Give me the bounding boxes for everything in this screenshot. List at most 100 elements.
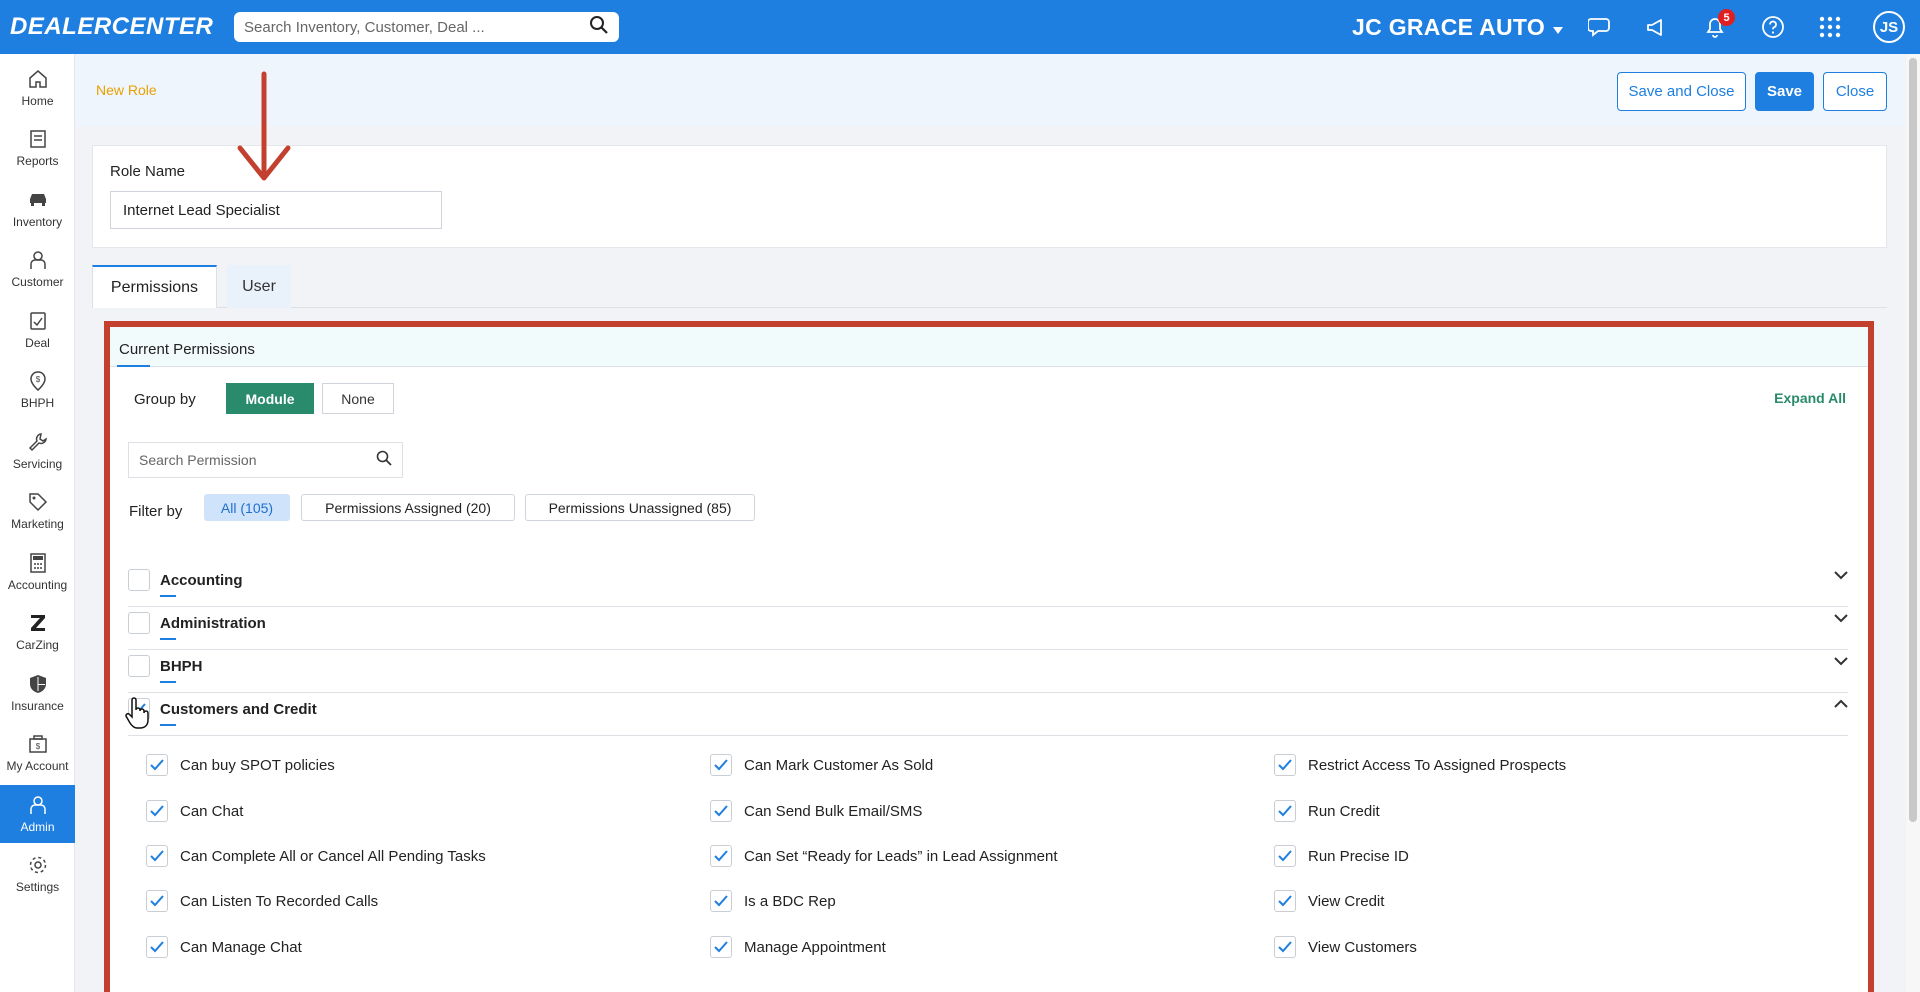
sidebar-item-admin[interactable]: Admin (0, 785, 75, 843)
close-button[interactable]: Close (1823, 72, 1887, 111)
filter-assigned-chip[interactable]: Permissions Assigned (20) (301, 494, 515, 521)
permission-label: Can Mark Customer As Sold (744, 756, 934, 774)
bell-icon[interactable]: 5 (1701, 9, 1735, 41)
filter-all-chip[interactable]: All (105) (204, 494, 290, 521)
group-row-bhph[interactable]: BHPH (128, 650, 1848, 693)
checkbox[interactable] (1274, 936, 1296, 958)
permission-search-input[interactable] (139, 452, 376, 468)
sidebar-item-servicing[interactable]: Servicing (0, 422, 75, 480)
global-search-input[interactable] (244, 18, 589, 36)
chevron-up-icon[interactable] (1834, 699, 1848, 709)
global-search[interactable] (234, 12, 619, 42)
checkbox[interactable] (710, 845, 732, 867)
panel-header: Current Permissions (110, 327, 1868, 367)
permission-item[interactable]: Can Manage Chat (146, 935, 302, 959)
permission-item[interactable]: View Credit (1274, 889, 1384, 913)
permission-item[interactable]: Can Set “Ready for Leads” in Lead Assign… (710, 844, 1058, 868)
permission-item[interactable]: Can Complete All or Cancel All Pending T… (146, 844, 486, 868)
group-by-none-button[interactable]: None (322, 383, 394, 414)
chevron-down-icon[interactable] (1834, 570, 1848, 580)
group-checkbox[interactable] (128, 569, 150, 591)
group-name: Customers and Credit (160, 701, 317, 718)
sidebar-label: Accounting (7, 578, 68, 592)
group-row-accounting[interactable]: Accounting (128, 564, 1848, 607)
permission-item[interactable]: Is a BDC Rep (710, 889, 836, 913)
group-row-customers-and-credit[interactable]: Customers and Credit (128, 693, 1848, 736)
checkbox[interactable] (710, 890, 732, 912)
save-and-close-button[interactable]: Save and Close (1617, 72, 1746, 111)
checkbox[interactable] (1274, 890, 1296, 912)
panel-title: Current Permissions (119, 341, 255, 358)
sidebar-item-carzing[interactable]: CarZing (0, 603, 75, 661)
sidebar-item-settings[interactable]: Settings (0, 845, 75, 903)
chevron-down-icon[interactable] (1834, 656, 1848, 666)
sidebar-item-inventory[interactable]: Inventory (0, 180, 75, 238)
group-underline (160, 595, 176, 597)
sidebar-item-customer[interactable]: Customer (0, 240, 75, 298)
scrollbar-thumb[interactable] (1909, 58, 1917, 822)
checkbox[interactable] (1274, 754, 1296, 776)
search-icon[interactable] (589, 15, 609, 40)
sidebar-item-reports[interactable]: Reports (0, 119, 75, 177)
sidebar-item-bhph[interactable]: $ BHPH (0, 361, 75, 419)
top-bar: DEALERCENTER JC GRACE AUTO 5 JS (0, 0, 1920, 54)
user-avatar[interactable]: JS (1873, 11, 1905, 43)
permission-item[interactable]: Restrict Access To Assigned Prospects (1274, 753, 1566, 777)
sidebar-item-marketing[interactable]: Marketing (0, 482, 75, 540)
expand-all-link[interactable]: Expand All (1774, 390, 1846, 406)
dealer-selector[interactable]: JC GRACE AUTO (1352, 14, 1564, 41)
checkbox[interactable] (146, 936, 168, 958)
sidebar-label: Inventory (12, 215, 63, 229)
shield-icon (29, 675, 46, 693)
sidebar-item-insurance[interactable]: Insurance (0, 664, 75, 722)
permission-item[interactable]: Can Listen To Recorded Calls (146, 889, 378, 913)
permission-item[interactable]: Run Precise ID (1274, 844, 1409, 868)
help-icon[interactable] (1759, 13, 1787, 41)
tab-permissions[interactable]: Permissions (92, 265, 217, 308)
save-button[interactable]: Save (1755, 72, 1814, 111)
permission-item[interactable]: Run Credit (1274, 799, 1380, 823)
checkbox[interactable] (710, 936, 732, 958)
permission-item[interactable]: Can Send Bulk Email/SMS (710, 799, 922, 823)
permission-item[interactable]: Can buy SPOT policies (146, 753, 335, 777)
checkbox[interactable] (1274, 845, 1296, 867)
wrench-icon (28, 433, 47, 452)
permission-item[interactable]: View Customers (1274, 935, 1417, 959)
group-by-module-button[interactable]: Module (226, 383, 314, 414)
sidebar-label: CarZing (16, 638, 59, 652)
sidebar-item-deal[interactable]: Deal (0, 301, 75, 359)
role-name-input[interactable] (110, 191, 442, 229)
apps-grid-icon[interactable] (1816, 13, 1844, 41)
sidebar-item-accounting[interactable]: Accounting (0, 543, 75, 601)
tab-user[interactable]: User (227, 265, 291, 308)
checkbox[interactable] (146, 800, 168, 822)
permission-item[interactable]: Manage Appointment (710, 935, 886, 959)
checkbox[interactable] (146, 754, 168, 776)
deal-icon (29, 312, 46, 330)
search-icon[interactable] (376, 450, 392, 471)
page-scrollbar[interactable] (1906, 54, 1920, 992)
checkbox[interactable] (710, 754, 732, 776)
permission-search[interactable] (128, 442, 403, 478)
group-underline (160, 681, 176, 683)
app-logo[interactable]: DEALERCENTER (10, 13, 213, 41)
megaphone-icon[interactable] (1643, 13, 1671, 41)
chevron-down-icon[interactable] (1834, 613, 1848, 623)
sidebar-item-home[interactable]: Home (0, 59, 75, 117)
group-by-label: Group by (134, 391, 196, 408)
calculator-icon (29, 553, 46, 573)
group-checkbox[interactable] (128, 655, 150, 677)
permission-item[interactable]: Can Chat (146, 799, 243, 823)
sidebar-item-my-account[interactable]: $ My Account (0, 724, 75, 782)
breadcrumb: New Role (96, 82, 157, 98)
filter-unassigned-chip[interactable]: Permissions Unassigned (85) (525, 494, 755, 521)
checkbox[interactable] (710, 800, 732, 822)
group-row-administration[interactable]: Administration (128, 607, 1848, 650)
group-checkbox[interactable] (128, 612, 150, 634)
checkbox[interactable] (146, 890, 168, 912)
checkbox[interactable] (146, 845, 168, 867)
sidebar-label: Servicing (12, 457, 63, 471)
checkbox[interactable] (1274, 800, 1296, 822)
permission-item[interactable]: Can Mark Customer As Sold (710, 753, 933, 777)
chat-icon[interactable] (1586, 13, 1614, 41)
